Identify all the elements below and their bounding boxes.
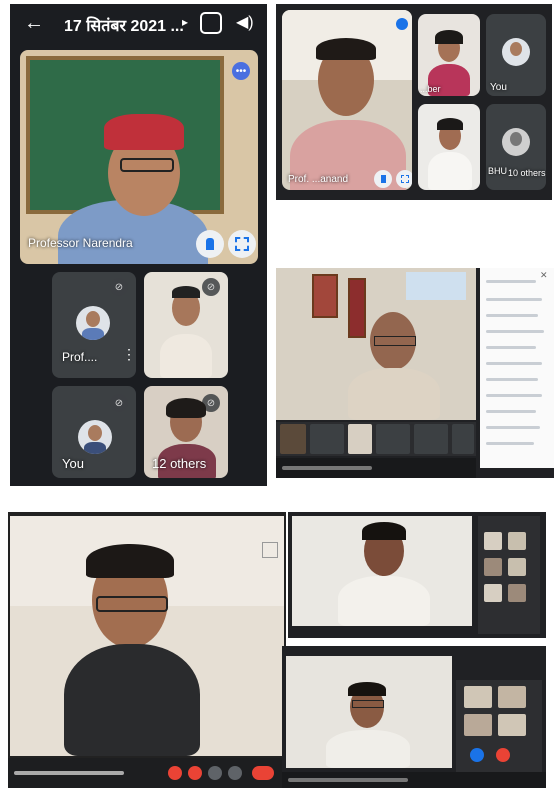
- participant-tile[interactable]: [418, 104, 480, 190]
- top-bar: ← 17 सितंबर 2021 ... ▸ ◀): [10, 4, 267, 42]
- camera-off-icon[interactable]: [188, 766, 202, 780]
- bottom-right-meeting-1: [288, 512, 546, 638]
- participant-tile-you[interactable]: You: [486, 14, 546, 96]
- phone-call-screen: ← 17 सितंबर 2021 ... ▸ ◀) ••• Professor …: [10, 4, 267, 486]
- main-video[interactable]: [286, 656, 452, 768]
- grid-layout-icon[interactable]: [262, 542, 278, 558]
- main-video[interactable]: [292, 516, 472, 626]
- main-speaker-name: Prof. ...anand: [288, 174, 349, 185]
- wall-frame: [312, 274, 338, 318]
- end-call-icon[interactable]: [496, 748, 510, 762]
- audio-activity-icon: [396, 18, 408, 30]
- fullscreen-icon[interactable]: [396, 170, 412, 188]
- speaker-icon[interactable]: ◀): [236, 12, 254, 32]
- participant-tile-others[interactable]: ⊘ 12 others: [144, 386, 228, 478]
- avatar: [76, 306, 110, 340]
- participant-name: You: [490, 82, 507, 93]
- mic-off-icon: ⊘: [110, 278, 128, 296]
- mic-off-icon[interactable]: [168, 766, 182, 780]
- pin-icon[interactable]: [196, 230, 224, 258]
- bottom-large-speaker: [8, 512, 286, 788]
- mic-off-icon: ⊘: [202, 278, 220, 296]
- control-bar: [8, 758, 286, 788]
- mic-off-icon: ⊘: [110, 394, 128, 412]
- others-count: 12 others: [152, 456, 207, 471]
- wall-frame: [348, 278, 366, 338]
- main-speaker-name: Professor Narendra: [28, 236, 133, 250]
- meeting-with-participants-panel: ✕: [276, 268, 554, 478]
- participant-tile-prof[interactable]: ⊘ Prof.... ⋮: [52, 272, 136, 378]
- participant-name: Prof....: [62, 350, 98, 364]
- avatar: [502, 128, 530, 156]
- main-speaker-tile[interactable]: ••• Professor Narendra: [20, 50, 258, 264]
- more-options-icon[interactable]: [228, 766, 242, 780]
- pin-icon[interactable]: [374, 170, 392, 188]
- participant-name: You: [62, 456, 84, 471]
- participants-sidebar[interactable]: [478, 516, 540, 634]
- end-call-icon[interactable]: [252, 766, 274, 780]
- participant-name: BHU: [488, 166, 508, 176]
- more-options-icon[interactable]: ⋮: [122, 346, 136, 363]
- main-speaker-tile[interactable]: Prof. ...anand: [282, 10, 412, 190]
- participant-tile[interactable]: ...ber: [418, 14, 480, 96]
- participant-tile-video[interactable]: ⊘: [144, 272, 228, 378]
- participant-tile-you[interactable]: ⊘ You: [52, 386, 136, 478]
- wall-banner: [406, 272, 466, 300]
- others-count: 10 others: [508, 168, 546, 178]
- caption-bar: [276, 458, 476, 478]
- bottom-right-meeting-2: [282, 646, 546, 788]
- thumbnail-strip: [276, 422, 476, 456]
- video-call-grid: Prof. ...anand ...ber You BHU 10 others: [276, 4, 552, 200]
- more-options-icon[interactable]: •••: [232, 62, 250, 80]
- captions-icon[interactable]: [208, 766, 222, 780]
- participants-sidebar[interactable]: [456, 680, 542, 778]
- fullscreen-icon[interactable]: [228, 230, 256, 258]
- main-video[interactable]: [10, 516, 284, 756]
- mic-icon[interactable]: [470, 748, 484, 762]
- close-icon[interactable]: ✕: [540, 270, 548, 281]
- participant-name: ...ber: [420, 84, 441, 94]
- participant-tile-bhu[interactable]: BHU 10 others: [486, 104, 546, 190]
- avatar: [502, 38, 530, 66]
- main-video[interactable]: [276, 268, 476, 420]
- meeting-title: 17 सितंबर 2021 ...: [64, 18, 184, 35]
- participants-sidebar[interactable]: ✕: [480, 268, 554, 468]
- avatar: [78, 420, 112, 454]
- caption-bar: [282, 772, 546, 788]
- title-chevron-icon[interactable]: ▸: [182, 15, 188, 29]
- red-cap: [104, 114, 184, 150]
- back-arrow-icon[interactable]: ←: [24, 12, 44, 35]
- switch-camera-icon[interactable]: [200, 12, 222, 34]
- glasses: [120, 158, 174, 172]
